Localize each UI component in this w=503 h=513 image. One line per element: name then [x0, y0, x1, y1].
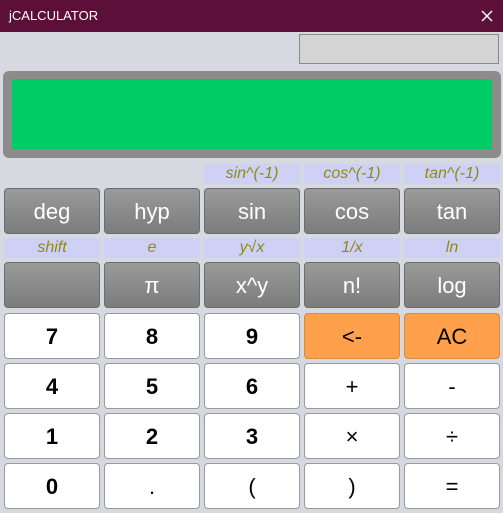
digit-2-button[interactable]: 2: [104, 413, 200, 459]
label-yroot: y√x: [204, 238, 300, 258]
label-ln: ln: [404, 238, 500, 258]
digit-4-button[interactable]: 4: [4, 363, 100, 409]
display-frame: [3, 71, 501, 158]
digit-3-button[interactable]: 3: [204, 413, 300, 459]
log-button[interactable]: log: [404, 262, 500, 308]
sin-button[interactable]: sin: [204, 188, 300, 234]
multiply-button[interactable]: ×: [304, 413, 400, 459]
secondary-display: [299, 34, 499, 64]
decimal-point-button[interactable]: .: [104, 463, 200, 509]
label-reciprocal: 1/x: [304, 238, 400, 258]
subtract-button[interactable]: -: [404, 363, 500, 409]
hyp-button[interactable]: hyp: [104, 188, 200, 234]
add-button[interactable]: +: [304, 363, 400, 409]
label-shift: shift: [4, 238, 100, 258]
digit-1-button[interactable]: 1: [4, 413, 100, 459]
digit-6-button[interactable]: 6: [204, 363, 300, 409]
close-button[interactable]: [471, 0, 503, 32]
label-acos: cos^(-1): [304, 164, 400, 184]
divide-button[interactable]: ÷: [404, 413, 500, 459]
shift-button[interactable]: [4, 262, 100, 308]
cos-button[interactable]: cos: [304, 188, 400, 234]
label-atan: tan^(-1): [404, 164, 500, 184]
digit-9-button[interactable]: 9: [204, 313, 300, 359]
pi-button[interactable]: π: [104, 262, 200, 308]
backspace-button[interactable]: <-: [304, 313, 400, 359]
calculator-window: jCALCULATOR sin^(-1) cos^(-1) tan^(-1) d…: [0, 0, 503, 513]
close-paren-button[interactable]: ): [304, 463, 400, 509]
open-paren-button[interactable]: (: [204, 463, 300, 509]
power-button[interactable]: x^y: [204, 262, 300, 308]
factorial-button[interactable]: n!: [304, 262, 400, 308]
digit-0-button[interactable]: 0: [4, 463, 100, 509]
label-e: e: [104, 238, 200, 258]
title-bar: jCALCULATOR: [0, 0, 503, 32]
label-asin: sin^(-1): [204, 164, 300, 184]
digit-5-button[interactable]: 5: [104, 363, 200, 409]
main-display: [12, 79, 492, 149]
all-clear-button[interactable]: AC: [404, 313, 500, 359]
tan-button[interactable]: tan: [404, 188, 500, 234]
digit-8-button[interactable]: 8: [104, 313, 200, 359]
digit-7-button[interactable]: 7: [4, 313, 100, 359]
equals-button[interactable]: =: [404, 463, 500, 509]
window-title: jCALCULATOR: [9, 8, 99, 23]
deg-button[interactable]: deg: [4, 188, 100, 234]
